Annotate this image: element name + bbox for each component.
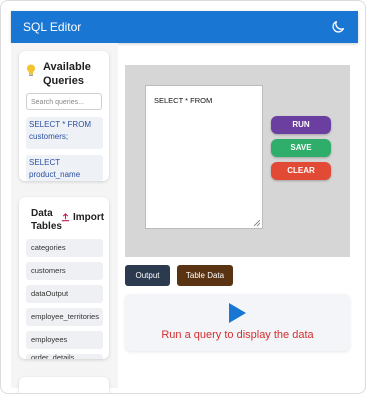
result-panel: Run a query to display the data bbox=[125, 294, 350, 351]
table-item[interactable]: employee_territories bbox=[26, 308, 103, 326]
result-message: Run a query to display the data bbox=[161, 329, 314, 341]
resize-handle-icon[interactable] bbox=[254, 220, 260, 226]
queries-panel: Available Queries Search queries... SELE… bbox=[19, 51, 109, 181]
app-title: SQL Editor bbox=[23, 20, 82, 34]
query-editor[interactable]: SELECT * FROM bbox=[145, 85, 263, 229]
run-button[interactable]: RUN bbox=[271, 116, 331, 134]
queries-title: Available Queries bbox=[43, 61, 91, 87]
save-button[interactable]: SAVE bbox=[271, 139, 331, 157]
tables-title-text: Data Tables bbox=[31, 208, 62, 232]
query-item[interactable]: SELECT product_name bbox=[26, 155, 103, 181]
output-tab-button[interactable]: Output bbox=[125, 265, 170, 286]
table-item[interactable]: employees bbox=[26, 331, 103, 349]
sidebar: Available Queries Search queries... SELE… bbox=[11, 43, 118, 393]
table-data-tab-button[interactable]: Table Data bbox=[177, 265, 233, 286]
table-item[interactable]: categories bbox=[26, 239, 103, 257]
table-item[interactable]: order_details bbox=[26, 354, 103, 359]
import-button[interactable]: Import bbox=[61, 212, 104, 223]
app-header: SQL Editor bbox=[11, 11, 358, 43]
table-item[interactable]: customers bbox=[26, 262, 103, 280]
clear-button[interactable]: CLEAR bbox=[271, 162, 331, 180]
import-label: Import bbox=[73, 212, 105, 223]
moon-icon[interactable] bbox=[330, 19, 346, 35]
table-item[interactable]: dataOutput bbox=[26, 285, 103, 303]
lightbulb-icon bbox=[27, 64, 35, 76]
query-text: SELECT * FROM bbox=[154, 96, 213, 105]
app-window: SQL Editor Available Queries Search quer… bbox=[0, 0, 366, 394]
search-input[interactable]: Search queries... bbox=[26, 93, 102, 110]
play-icon bbox=[229, 303, 246, 323]
tables-panel: Data Tables Import categories customers … bbox=[19, 197, 109, 359]
query-item[interactable]: SELECT * FROM customers; bbox=[26, 117, 103, 149]
upload-icon bbox=[61, 213, 70, 222]
tables-title: Data Tables bbox=[31, 207, 63, 233]
sidebar-card bbox=[19, 377, 109, 393]
